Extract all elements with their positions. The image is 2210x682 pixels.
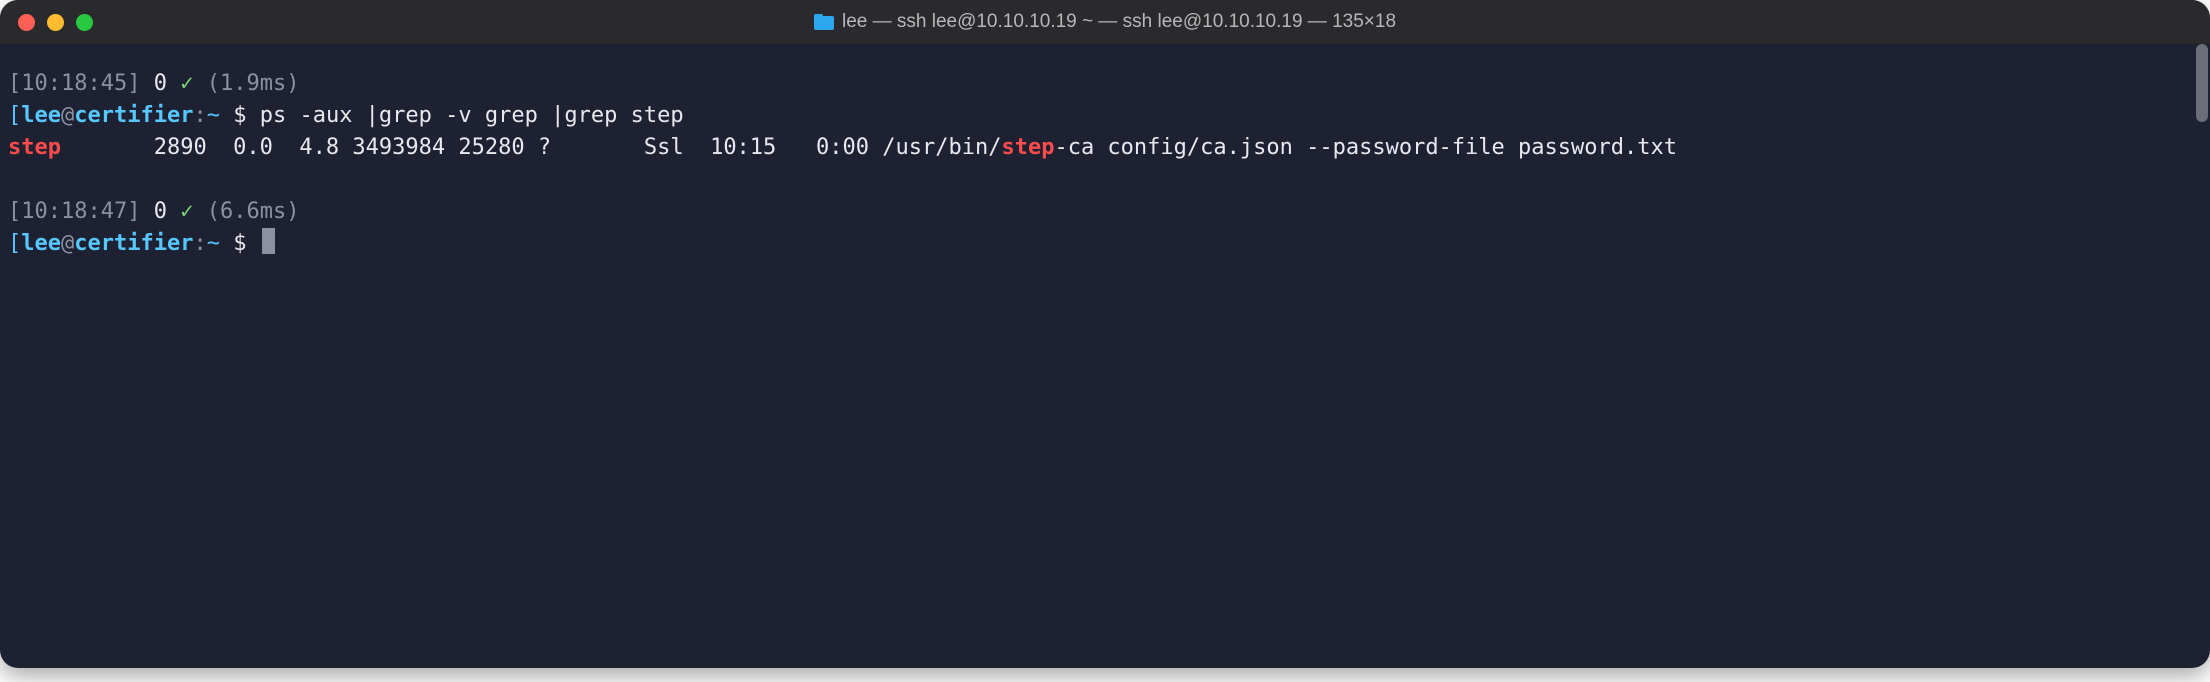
prompt-line-1: [lee@certifier:~ $ ps -aux |grep -v grep…	[8, 100, 2202, 132]
zoom-icon[interactable]	[76, 14, 93, 31]
blank-line	[8, 164, 2202, 196]
minimize-icon[interactable]	[47, 14, 64, 31]
title-text: lee — ssh lee@10.10.10.19 ~ — ssh lee@10…	[842, 11, 1396, 33]
ps-output-row: step 2890 0.0 4.8 3493984 25280 ? Ssl 10…	[8, 132, 2202, 164]
window-controls	[18, 14, 93, 31]
window-title: lee — ssh lee@10.10.10.19 ~ — ssh lee@10…	[0, 11, 2210, 33]
terminal-output[interactable]: [10:18:45] 0 ✓ (1.9ms)[lee@certifier:~ $…	[0, 44, 2210, 668]
prompt-host: certifier	[74, 103, 193, 128]
command-text: ps -aux |grep -v grep |grep step	[260, 103, 684, 128]
prompt-cwd: ~	[207, 103, 220, 128]
prompt-user: lee	[21, 103, 61, 128]
terminal-window: lee — ssh lee@10.10.10.19 ~ — ssh lee@10…	[0, 0, 2210, 668]
check-icon: ✓	[180, 71, 193, 96]
grep-match: step	[8, 135, 61, 160]
prompt-line-2: [lee@certifier:~ $	[8, 228, 2202, 260]
cursor	[262, 228, 275, 254]
prompt-host: certifier	[74, 231, 193, 256]
status-line-2: [10:18:47] 0 ✓ (6.6ms)	[8, 196, 2202, 228]
prompt-cwd: ~	[207, 231, 220, 256]
grep-match: step	[1001, 135, 1054, 160]
check-icon: ✓	[180, 199, 193, 224]
prompt-user: lee	[21, 231, 61, 256]
close-icon[interactable]	[18, 14, 35, 31]
folder-icon	[814, 14, 834, 30]
status-line-1: [10:18:45] 0 ✓ (1.9ms)	[8, 68, 2202, 100]
titlebar[interactable]: lee — ssh lee@10.10.10.19 ~ — ssh lee@10…	[0, 0, 2210, 44]
